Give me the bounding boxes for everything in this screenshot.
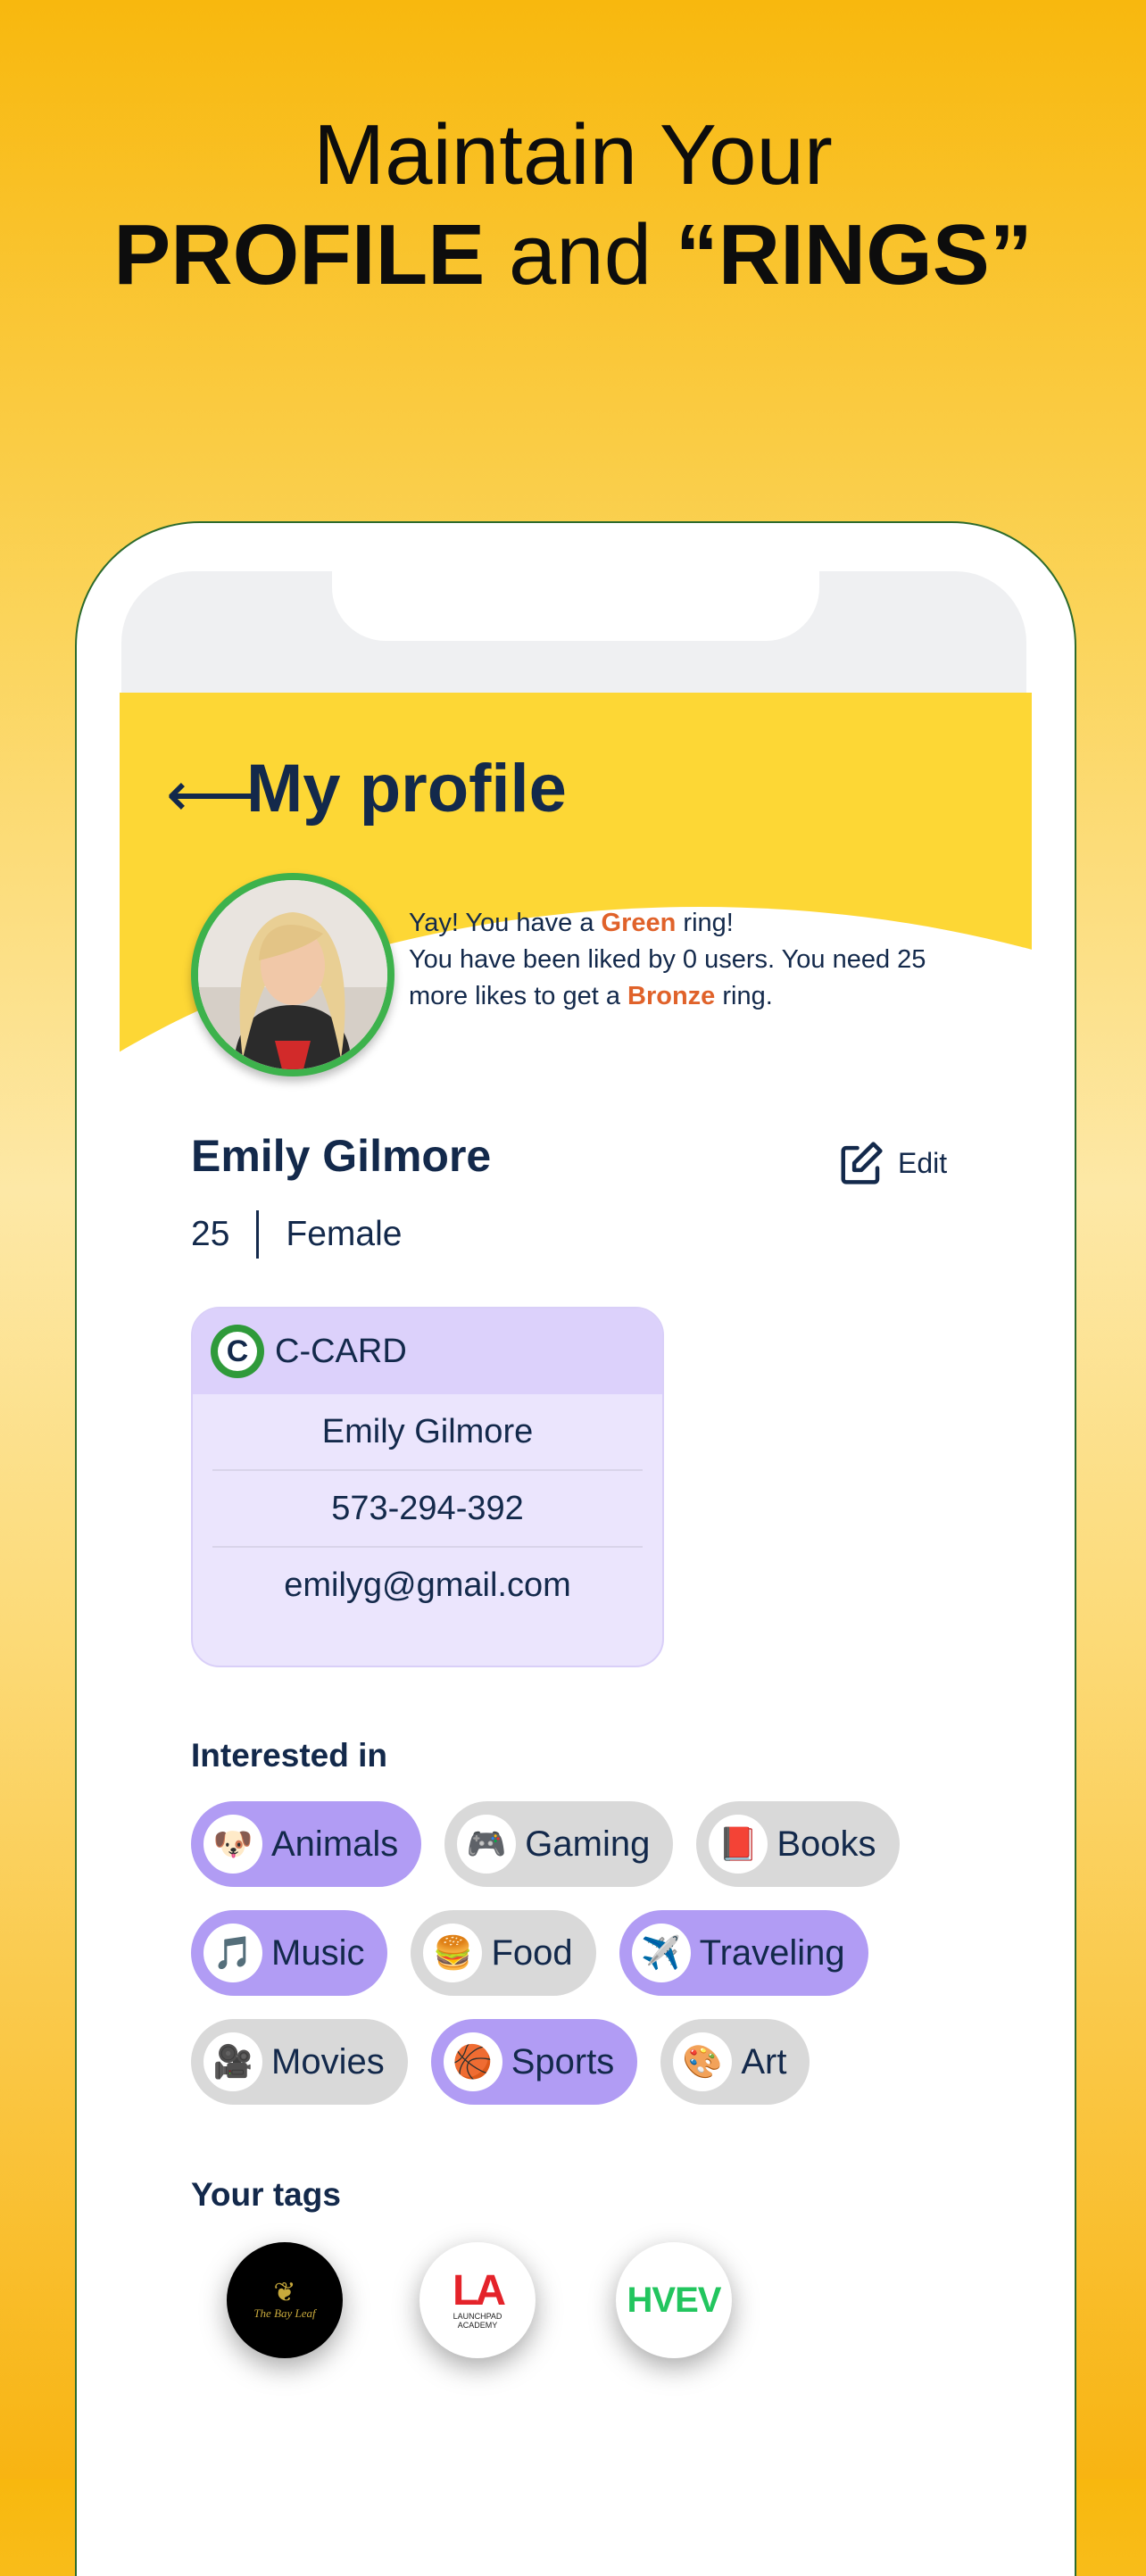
c-card[interactable]: C C-CARD Emily Gilmore 573-294-392 emily… [191,1307,664,1667]
chip-label: Food [491,1932,573,1973]
headline-profile: PROFILE [113,207,486,303]
headline-line-1: Maintain Your [313,107,833,203]
c-card-title: C-CARD [275,1332,407,1370]
back-arrow-icon[interactable]: ⟵ [166,759,255,830]
chip-movies[interactable]: 🎥 Movies [191,2019,408,2105]
chip-label: Animals [271,1824,399,1864]
chip-label: Books [776,1824,876,1864]
profile-gender: Female [286,1215,403,1253]
c-card-email: emilyg@gmail.com [212,1546,643,1623]
launchpad-text: LAUNCHPAD ACADEMY [453,2312,502,2330]
chip-gaming[interactable]: 🎮 Gaming [444,1801,674,1887]
gamepad-icon: 🎮 [457,1815,517,1874]
music-icon: 🎵 [203,1924,262,1982]
chip-label: Movies [271,2041,385,2082]
profile-age: 25 [191,1215,230,1253]
chip-books[interactable]: 📕 Books [696,1801,900,1887]
launchpad-logo: LA LAUNCHPAD ACADEMY [446,2267,509,2331]
c-card-header: C C-CARD [193,1309,662,1394]
chip-label: Art [741,2041,787,2082]
airplane-icon: ✈️ [631,1924,691,1982]
tags-heading: Your tags [191,2176,341,2213]
ring-status-message: Yay! You have a Green ring! You have been… [409,905,980,1015]
bay-leaf-logo: ❦ The Bay Leaf [253,2280,315,2321]
chip-row: 🎥 Movies 🏀 Sports 🎨 Art [191,2019,994,2105]
profile-name: Emily Gilmore [191,1131,492,1181]
ring-current: Green [601,909,677,937]
tag-hvev[interactable]: HVEV [616,2242,732,2358]
edit-icon [841,1142,883,1184]
phone-notch [332,571,819,641]
launchpad-mark: LA [453,2267,506,2314]
hvev-logo: HVEV [627,2280,722,2320]
c-card-phone: 573-294-392 [212,1469,643,1546]
headline-rings: “RINGS” [675,207,1033,303]
chip-label: Traveling [699,1932,845,1973]
chip-row: 🐶 Animals 🎮 Gaming 📕 Books [191,1801,994,1887]
ring-text-4: ring. [715,982,773,1010]
phone-frame: ⟵ My profile Yay! You have a Green ring!… [75,521,1076,2576]
chip-label: Sports [511,2041,615,2082]
avatar [191,873,394,1076]
camera-icon: 🎥 [203,2032,262,2091]
edit-label: Edit [898,1146,948,1179]
marketing-headline: Maintain Your PROFILE and “RINGS” [0,105,1146,305]
chip-row: 🎵 Music 🍔 Food ✈️ Traveling [191,1910,994,1996]
burger-icon: 🍔 [423,1924,483,1982]
leaf-icon: ❦ [273,2278,296,2307]
chip-art[interactable]: 🎨 Art [660,2019,810,2105]
chip-label: Music [271,1932,365,1973]
headline-and: and [485,207,676,303]
chip-label: Gaming [525,1824,651,1864]
tag-launchpad-academy[interactable]: LA LAUNCHPAD ACADEMY [419,2242,536,2358]
chip-traveling[interactable]: ✈️ Traveling [619,1910,868,1996]
ring-text-1: Yay! You have a [409,909,602,937]
chip-music[interactable]: 🎵 Music [191,1910,388,1996]
profile-meta: 25 Female [191,1210,402,1259]
c-card-name: Emily Gilmore [321,1412,534,1450]
page-title: My profile [246,751,567,827]
interests-heading: Interested in [191,1737,387,1774]
meta-divider [256,1210,260,1259]
avatar-photo [198,880,387,1069]
ring-next: Bronze [627,982,716,1010]
tag-the-bay-leaf[interactable]: ❦ The Bay Leaf [227,2242,343,2358]
chip-sports[interactable]: 🏀 Sports [430,2019,638,2105]
c-card-logo-letter: C [218,1332,257,1371]
chip-food[interactable]: 🍔 Food [411,1910,596,1996]
palette-icon: 🎨 [673,2032,733,2091]
c-card-logo-icon: C [211,1325,264,1378]
edit-button[interactable]: Edit [837,1139,947,1187]
chip-animals[interactable]: 🐶 Animals [191,1801,422,1887]
dog-icon: 🐶 [203,1815,262,1874]
book-icon: 📕 [709,1815,768,1874]
headline-line-2: PROFILE and “RINGS” [0,205,1146,305]
interests-list: 🐶 Animals 🎮 Gaming 📕 Books 🎵 Music 🍔 Food ✈️ T… [191,1801,994,2128]
bay-leaf-text: The Bay Leaf [253,2306,316,2320]
basketball-icon: 🏀 [443,2032,502,2091]
ring-text-2: ring! [676,909,734,937]
